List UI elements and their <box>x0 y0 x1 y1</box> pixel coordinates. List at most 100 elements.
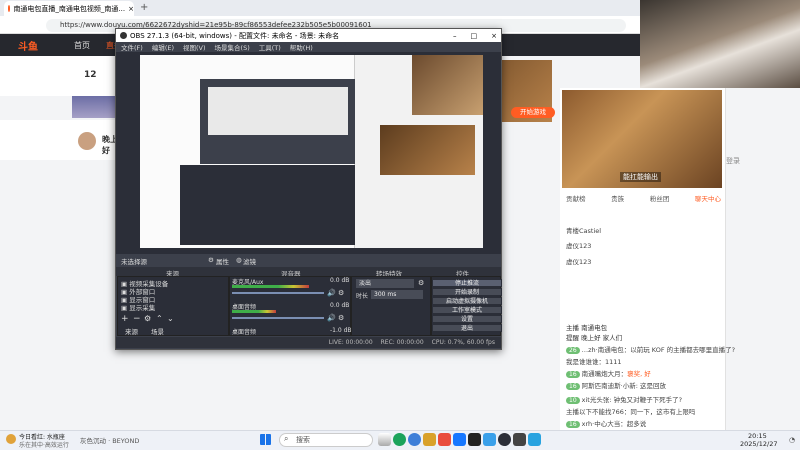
duration-input[interactable]: 300 ms <box>371 290 423 299</box>
mixer-channel-db: 0.0 dB <box>330 277 350 284</box>
gear-icon[interactable]: ⚙ <box>418 279 424 287</box>
list-item: 主播 南通电包 <box>566 324 608 332</box>
minimize-icon[interactable]: – <box>453 32 457 40</box>
obs-menubar: 文件(F) 编辑(E) 视图(V) 场景集合(S) 工具(T) 帮助(H) <box>116 42 501 52</box>
chrome-icon[interactable] <box>408 433 421 446</box>
douyu-sidebar: 登录 <box>725 56 800 431</box>
list-item: 主播以下不能找766：同一下，这市有上限吗 <box>566 408 696 416</box>
menu-view[interactable]: 视图(V) <box>183 42 206 52</box>
nav-home[interactable]: 首页 <box>74 40 90 51</box>
list-item: 16 南通嘴炮大月：褒奖, 好 <box>566 368 651 378</box>
task-view-icon[interactable] <box>378 433 391 446</box>
close-icon[interactable]: × <box>128 5 134 13</box>
webcam-overlay <box>640 0 800 88</box>
room-stats: 12 <box>0 56 122 96</box>
app-icon[interactable] <box>438 433 451 446</box>
gear-icon[interactable]: ⚙ <box>208 256 214 264</box>
nested-obs-docks <box>180 165 355 245</box>
obs-status-bar: LIVE: 00:00:00 REC: 00:00:00 CPU: 0.7%, … <box>116 337 501 348</box>
app-icon[interactable] <box>483 433 496 446</box>
weather-icon[interactable] <box>6 434 16 444</box>
tab-scenes[interactable]: 来源 <box>125 326 138 336</box>
chevron-up-icon[interactable]: ⌃ <box>156 314 163 323</box>
nested-video <box>380 125 475 175</box>
menu-scene-collection[interactable]: 场景集合(S) <box>215 42 250 52</box>
list-item: 16 xrh·中心大当：超多说 <box>566 418 646 428</box>
app-icon[interactable] <box>453 433 466 446</box>
file-explorer-icon[interactable] <box>423 433 436 446</box>
search-icon: ⌕ <box>284 434 289 443</box>
obs-title-bar: OBS 27.1.3 (64-bit, windows) - 配置文件: 未命名… <box>116 29 501 42</box>
tab-title: 南通电包直播_南通电包视频_南通... <box>13 4 126 13</box>
tab-noble[interactable]: 贵族 <box>611 193 624 203</box>
tab-chat[interactable]: 聊天中心 <box>695 193 721 203</box>
clock-date[interactable]: 2025/12/27 <box>740 440 777 448</box>
tab-fans[interactable]: 粉丝团 <box>650 193 670 203</box>
browser-tab[interactable]: 南通电包直播_南通电包视频_南通... × <box>4 1 134 16</box>
login-link[interactable]: 登录 <box>726 156 740 166</box>
video-caption: 能扛能输出 <box>620 172 661 182</box>
obs-preview-canvas[interactable] <box>140 55 483 248</box>
transition-select[interactable]: 淡出 <box>356 279 414 288</box>
speaker-icon[interactable]: 🔊 <box>327 289 336 297</box>
tab-sources[interactable]: 场景 <box>151 326 164 336</box>
douyu-logo[interactable]: 斗鱼 <box>0 34 70 56</box>
properties-button[interactable]: 属性 <box>216 256 229 266</box>
start-game-button[interactable]: 开始游戏 <box>511 107 555 118</box>
virtual-camera-button[interactable]: 启动虚拟摄像机 <box>432 297 502 305</box>
app-icon[interactable] <box>513 433 526 446</box>
start-recording-button[interactable]: 开始录制 <box>432 288 502 296</box>
menu-tools[interactable]: 工具(T) <box>259 42 281 52</box>
mixer-channel-db: 0.0 dB <box>330 302 350 309</box>
anchor-avatar[interactable] <box>72 96 116 118</box>
windows-start-icon[interactable] <box>260 434 271 445</box>
new-tab-icon[interactable]: + <box>140 2 148 13</box>
menu-help[interactable]: 帮助(H) <box>290 42 313 52</box>
volume-meter <box>232 285 309 288</box>
cpu-status: CPU: 0.7%, 60.00 fps <box>431 339 495 346</box>
notification-icon[interactable]: ◔ <box>789 436 795 444</box>
list-item: 16 阿斯匹南迪斯·小新: 这是回放 <box>566 380 666 390</box>
filters-button[interactable]: 滤镜 <box>243 256 256 266</box>
mixer-channel-db: -1.0 dB <box>330 327 352 334</box>
taskbar-search[interactable]: 搜索 <box>279 433 373 447</box>
stop-streaming-button[interactable]: 停止推流 <box>432 279 502 287</box>
window-title: OBS 27.1.3 (64-bit, windows) - 配置文件: 未命名… <box>130 31 340 40</box>
app-icon[interactable] <box>528 433 541 446</box>
add-source-icon[interactable]: + <box>121 314 129 324</box>
douyu-favicon-icon <box>8 5 11 12</box>
remove-source-icon[interactable]: − <box>133 314 141 324</box>
edge-icon[interactable] <box>393 433 406 446</box>
list-item: 10 xit光头张: 钟兔又对鞭子下死手了? <box>566 394 682 404</box>
filter-icon[interactable]: ◍ <box>236 256 242 264</box>
gear-icon[interactable]: ⚙ <box>338 289 344 297</box>
obs-taskbar-icon[interactable] <box>498 433 511 446</box>
obs-app-icon <box>120 32 127 39</box>
gear-icon[interactable]: ⚙ <box>338 314 344 322</box>
gear-icon[interactable]: ⚙ <box>144 314 151 323</box>
app-icon[interactable] <box>468 433 481 446</box>
menu-edit[interactable]: 编辑(E) <box>152 42 174 52</box>
settings-button[interactable]: 设置 <box>432 315 502 323</box>
menu-file[interactable]: 文件(F) <box>121 42 143 52</box>
obs-scene-toolbar: 未选择源 ⚙ 属性 ◍ 滤镜 <box>116 254 501 266</box>
now-playing[interactable]: 灰色沉动 · BEYOND <box>80 435 139 445</box>
chevron-down-icon[interactable]: ⌄ <box>167 314 174 323</box>
volume-slider[interactable] <box>232 292 324 294</box>
maximize-icon[interactable]: □ <box>471 32 478 40</box>
studio-mode-button[interactable]: 工作室模式 <box>432 306 502 314</box>
tab-contribution[interactable]: 贡献榜 <box>566 193 586 203</box>
exit-button[interactable]: 退出 <box>432 324 502 332</box>
volume-meter <box>232 310 276 313</box>
nested-obs-preview <box>208 87 348 135</box>
clock-time[interactable]: 20:15 <box>748 432 767 440</box>
speaker-icon[interactable]: 🔊 <box>327 314 336 322</box>
close-icon[interactable]: × <box>491 32 497 40</box>
volume-slider[interactable] <box>232 317 324 319</box>
list-item: 26 …zh·南通电包：以前玩 KOF 的主播都去哪里直播了? <box>566 344 735 354</box>
list-item: 虚仪123 <box>566 242 592 250</box>
avatar[interactable] <box>78 132 96 150</box>
host-card: 晚上好 <box>0 120 122 160</box>
source-item[interactable]: ▣ 显示采集 <box>121 302 155 312</box>
no-source-label: 未选择源 <box>121 258 147 266</box>
